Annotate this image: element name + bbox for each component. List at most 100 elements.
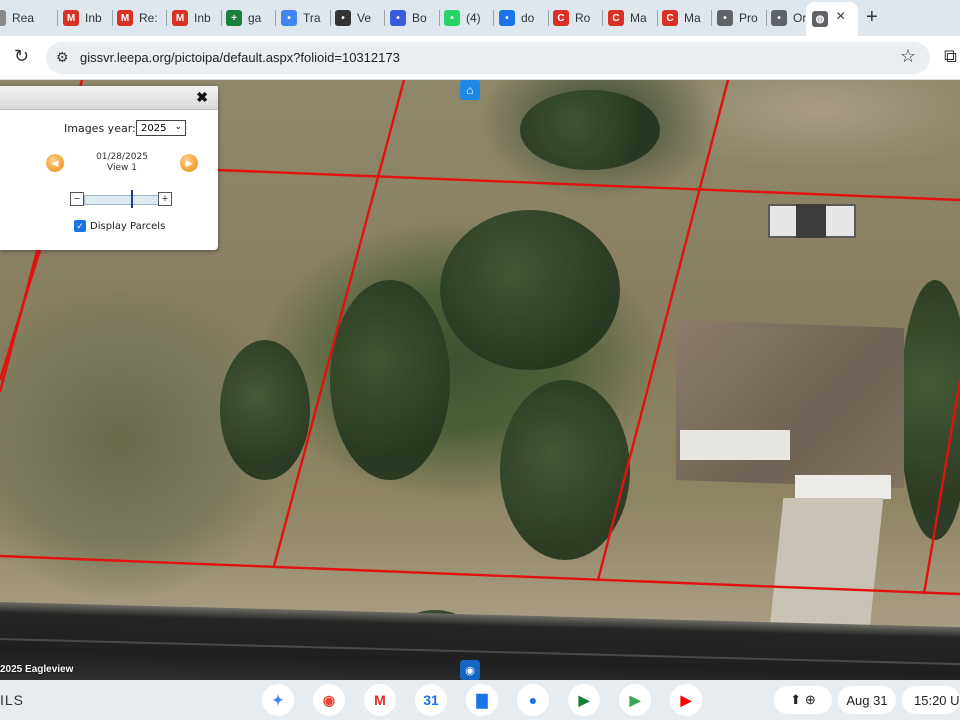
tab[interactable]: • Pro xyxy=(717,4,762,32)
tab-label: Ve xyxy=(357,11,372,25)
parcel-line xyxy=(0,249,42,381)
camera-marker-icon[interactable]: ◉ xyxy=(460,660,480,680)
images-year-value: 2025 xyxy=(141,122,167,134)
date-pill[interactable]: Aug 31 xyxy=(838,686,896,714)
tab-separator xyxy=(220,10,222,26)
shelf-time-suffix: U xyxy=(950,692,960,708)
status-icons[interactable]: ⬆ ⊕ xyxy=(774,686,832,714)
tab-label: Ma xyxy=(630,11,647,25)
tab[interactable]: M Inb xyxy=(63,4,108,32)
reload-icon[interactable]: ↻ xyxy=(14,46,29,67)
extensions-icon[interactable]: ⧉ xyxy=(944,46,957,67)
tab[interactable]: • Ve xyxy=(335,4,380,32)
c-icon: C xyxy=(553,10,569,26)
display-parcels-checkbox[interactable]: ✓ xyxy=(74,220,86,232)
tab-separator xyxy=(111,10,113,26)
slider-minus-button[interactable]: − xyxy=(70,192,84,206)
tab-separator xyxy=(710,10,712,26)
c-icon: C xyxy=(662,10,678,26)
tab[interactable]: C Ma xyxy=(662,4,707,32)
bolt-icon: • xyxy=(390,10,406,26)
bookmark-star-icon[interactable]: ☆ xyxy=(900,46,916,67)
translate-icon: • xyxy=(281,10,297,26)
tab-label: do xyxy=(521,11,535,25)
display-parcels-label: Display Parcels xyxy=(90,221,166,232)
close-tab-icon[interactable]: × xyxy=(836,8,845,26)
gmail-icon[interactable]: M xyxy=(364,684,396,716)
address-toolbar: ↻ ⚙ gissvr.leepa.org/pictoipa/default.as… xyxy=(0,36,960,80)
meet-icon[interactable]: ▶ xyxy=(568,684,600,716)
files-icon[interactable]: ▇ xyxy=(466,684,498,716)
tab[interactable]: • Rea xyxy=(0,4,35,32)
time-pill[interactable]: 15:20 U xyxy=(902,686,960,714)
new-tab-button[interactable]: + xyxy=(866,6,878,29)
c-icon: C xyxy=(608,10,624,26)
tab-label: (4) xyxy=(466,11,481,25)
map-copyright: 2025 Eagleview xyxy=(0,664,74,675)
tab[interactable]: C Ro xyxy=(553,4,598,32)
omnibox[interactable]: ⚙ gissvr.leepa.org/pictoipa/default.aspx… xyxy=(46,42,930,74)
slider-thumb[interactable] xyxy=(131,190,134,208)
tab[interactable]: • Tra xyxy=(281,4,326,32)
tab-label: ga xyxy=(248,11,262,25)
tab-separator xyxy=(492,10,494,26)
url-text[interactable]: gissvr.leepa.org/pictoipa/default.aspx?f… xyxy=(80,50,400,65)
parcel-line xyxy=(0,554,960,596)
add-icon: ⊕ xyxy=(804,692,816,707)
tab[interactable]: + ga xyxy=(226,4,271,32)
globe-icon: ◍ xyxy=(812,11,828,27)
close-icon[interactable]: ✖ xyxy=(196,89,208,106)
tab[interactable]: M Re: xyxy=(117,4,162,32)
parcel-line xyxy=(217,168,960,202)
next-image-button[interactable]: ▶ xyxy=(180,154,198,172)
tab-active[interactable]: ◍ xyxy=(806,2,858,36)
shelf-time: 15:20 xyxy=(914,692,947,708)
tab[interactable]: • do xyxy=(499,4,544,32)
chrome-icon[interactable]: ◉ xyxy=(313,684,345,716)
tab-separator xyxy=(56,10,58,26)
tab-label: Inb xyxy=(194,11,211,25)
globe-icon: • xyxy=(717,10,733,26)
site-settings-icon[interactable]: ⚙ xyxy=(56,49,74,67)
slider-plus-button[interactable]: + xyxy=(158,192,172,206)
tab-separator xyxy=(765,10,767,26)
tab[interactable]: • (4) xyxy=(444,4,489,32)
openai-icon: • xyxy=(335,10,351,26)
tab-label: Pro xyxy=(739,11,758,25)
imagery-panel: ✖ ◐ Images year: 2025 ⌄ ◀ ▶ 01/28/2025 V… xyxy=(0,86,218,250)
play-store-icon[interactable]: ▶ xyxy=(619,684,651,716)
tab[interactable]: M Inb xyxy=(172,4,217,32)
gemini-icon[interactable]: ✦ xyxy=(262,684,294,716)
tab-strip: •ReaMInbMRe:MInb+ga•Tra•Ve•Bo•(4)•doCRoC… xyxy=(0,0,960,36)
messages-icon[interactable]: ● xyxy=(517,684,549,716)
calendar-icon[interactable]: 31 xyxy=(415,684,447,716)
gmail-icon: M xyxy=(63,10,79,26)
whatsapp-icon: • xyxy=(444,10,460,26)
upload-icon: ⬆ xyxy=(790,692,802,707)
tab-label: Inb xyxy=(85,11,102,25)
tab[interactable]: • Bo xyxy=(390,4,435,32)
tab-separator xyxy=(547,10,549,26)
youtube-icon[interactable]: ▶ xyxy=(670,684,702,716)
tab-separator xyxy=(601,10,603,26)
os-shelf: ILS ✦ ◉ M 31 ▇ ● ▶ ▶ ▶ ⬆ ⊕ Aug 31 15:20 U xyxy=(0,680,960,720)
smile-icon: • xyxy=(499,10,515,26)
tab-label: Tra xyxy=(303,11,321,25)
tab-label: Ro xyxy=(575,11,591,25)
gmail-icon: M xyxy=(117,10,133,26)
sheets-icon: + xyxy=(226,10,242,26)
tab[interactable]: C Ma xyxy=(608,4,653,32)
images-year-select[interactable]: 2025 ⌄ xyxy=(136,120,186,136)
parcel-line xyxy=(596,80,730,581)
tab-separator xyxy=(274,10,276,26)
previous-image-button[interactable]: ◀ xyxy=(46,154,64,172)
image-view: View 1 xyxy=(107,163,137,173)
globe-icon: • xyxy=(771,10,787,26)
map-marker-icon[interactable]: ⌂ xyxy=(460,80,480,100)
opacity-slider[interactable]: − + xyxy=(70,190,172,208)
image-date: 01/28/2025 xyxy=(96,152,148,162)
tab-separator xyxy=(165,10,167,26)
slider-track[interactable] xyxy=(84,195,160,205)
gmail-icon: M xyxy=(172,10,188,26)
tab-label: Re: xyxy=(139,11,158,25)
